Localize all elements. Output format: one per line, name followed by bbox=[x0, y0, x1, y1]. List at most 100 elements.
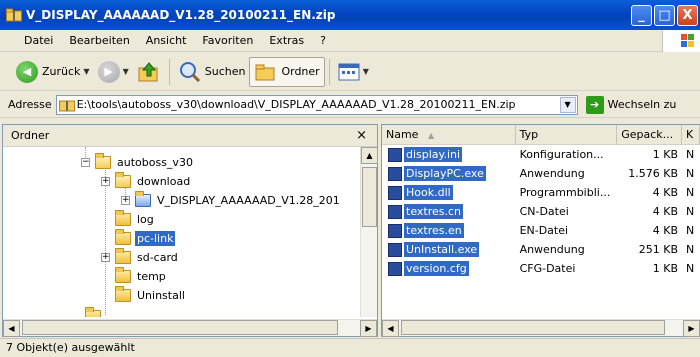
scroll-thumb[interactable] bbox=[401, 320, 665, 335]
scroll-thumb[interactable] bbox=[362, 167, 377, 227]
menu-help[interactable]: ? bbox=[312, 34, 334, 47]
application-icon bbox=[388, 166, 402, 181]
file-size: 4 KB bbox=[652, 205, 679, 218]
collapse-icon[interactable]: − bbox=[81, 158, 90, 167]
tree-item-uninstall[interactable]: Uninstall bbox=[115, 286, 187, 305]
close-button[interactable]: X bbox=[677, 4, 698, 26]
file-row[interactable]: display.ini Konfiguration... 1 KB N bbox=[382, 145, 700, 164]
scroll-left-icon[interactable]: ◀ bbox=[3, 320, 20, 337]
views-button[interactable]: ▼ bbox=[334, 57, 373, 87]
file-row[interactable]: version.cfg CFG-Datei 1 KB N bbox=[382, 259, 700, 278]
maximize-button[interactable]: □ bbox=[654, 4, 675, 26]
tree-vertical-scrollbar[interactable]: ▲ bbox=[360, 147, 378, 317]
folders-button[interactable]: Ordner bbox=[249, 56, 325, 87]
tree-item-temp[interactable]: temp bbox=[115, 267, 168, 286]
tree-item-pc-link[interactable]: pc-link bbox=[115, 229, 176, 248]
file-extra: N bbox=[686, 148, 695, 161]
folder-icon bbox=[115, 286, 131, 302]
tree-item-label: download bbox=[137, 175, 191, 188]
file-list-horizontal-scrollbar[interactable]: ◀ ▶ bbox=[382, 319, 700, 337]
file-name: UnInstall.exe bbox=[404, 242, 480, 257]
folder-pane-header: Ordner × bbox=[3, 125, 377, 147]
menu-ansicht[interactable]: Ansicht bbox=[138, 34, 195, 47]
file-extra: N bbox=[686, 224, 695, 237]
tree-item-label: log bbox=[137, 213, 154, 226]
tree-horizontal-scrollbar[interactable]: ◀ ▶ bbox=[3, 319, 377, 337]
tree-item-zip[interactable]: + V_DISPLAY_AAAAAAD_V1.28_201 bbox=[121, 191, 342, 210]
file-type: CN-Datei bbox=[519, 205, 569, 218]
expand-icon[interactable]: + bbox=[101, 177, 110, 186]
menu-bearbeiten[interactable]: Bearbeiten bbox=[61, 34, 137, 47]
menu-extras[interactable]: Extras bbox=[261, 34, 312, 47]
address-dropdown-icon[interactable]: ▼ bbox=[559, 96, 576, 113]
tree-item-download[interactable]: + download bbox=[101, 172, 192, 191]
file-extra: N bbox=[686, 186, 695, 199]
column-extra[interactable]: K bbox=[682, 125, 700, 145]
folder-icon bbox=[115, 210, 131, 226]
file-size: 4 KB bbox=[652, 224, 679, 237]
folder-icon bbox=[115, 248, 131, 264]
file-list-pane: Name ▲ Typ Gepack... K display.ini Konfi… bbox=[381, 124, 700, 337]
file-row[interactable]: Hook.dll Programmbibli... 4 KB N bbox=[382, 183, 700, 202]
chevron-down-icon[interactable]: ▼ bbox=[123, 67, 129, 76]
tree-item-sd-card[interactable]: + sd-card bbox=[101, 248, 180, 267]
back-arrow-icon: ◀ bbox=[16, 60, 38, 83]
tree-item-autoboss[interactable]: − autoboss_v30 bbox=[81, 153, 195, 172]
status-bar: 7 Objekt(e) ausgewählt bbox=[0, 338, 700, 357]
window-title: V_DISPLAY_AAAAAAD_V1.28_20100211_EN.zip bbox=[26, 8, 336, 22]
minimize-button[interactable]: _ bbox=[631, 4, 652, 26]
expand-icon[interactable]: + bbox=[101, 253, 110, 262]
toolbar: ◀ Zurück ▼ ▶ ▼ Suchen Ordner ▼ bbox=[0, 53, 700, 91]
scroll-right-icon[interactable]: ▶ bbox=[360, 320, 377, 337]
scroll-track[interactable] bbox=[20, 320, 360, 336]
column-type[interactable]: Typ bbox=[516, 125, 618, 145]
file-row[interactable]: UnInstall.exe Anwendung 251 KB N bbox=[382, 240, 700, 259]
zip-folder-icon bbox=[58, 100, 75, 111]
tree-item-log[interactable]: log bbox=[115, 210, 156, 229]
file-extra: N bbox=[686, 262, 695, 275]
tree-item-label: temp bbox=[137, 270, 166, 283]
address-field[interactable]: ▼ bbox=[55, 94, 578, 115]
column-name[interactable]: Name ▲ bbox=[382, 125, 516, 145]
chevron-down-icon[interactable]: ▼ bbox=[363, 67, 369, 76]
chevron-down-icon[interactable]: ▼ bbox=[83, 67, 89, 76]
expand-icon[interactable]: + bbox=[121, 196, 130, 205]
zip-folder-icon bbox=[6, 8, 22, 22]
scroll-track[interactable] bbox=[399, 320, 683, 336]
address-label: Adresse bbox=[8, 98, 52, 111]
folder-pane-title: Ordner bbox=[11, 129, 50, 142]
scroll-right-icon[interactable]: ▶ bbox=[683, 320, 700, 337]
file-list: display.ini Konfiguration... 1 KB N Disp… bbox=[382, 145, 700, 278]
column-packed-size[interactable]: Gepack... bbox=[617, 125, 683, 145]
folder-tree: − autoboss_v30 + download + V_DISPLAY_AA… bbox=[3, 147, 360, 317]
close-pane-icon[interactable]: × bbox=[356, 128, 367, 143]
scroll-up-icon[interactable]: ▲ bbox=[361, 147, 378, 164]
forward-button[interactable]: ▶ ▼ bbox=[94, 57, 133, 87]
address-input[interactable] bbox=[74, 96, 560, 113]
back-button[interactable]: ◀ Zurück ▼ bbox=[12, 57, 94, 87]
views-icon bbox=[338, 63, 360, 80]
file-row[interactable]: textres.en EN-Datei 4 KB N bbox=[382, 221, 700, 240]
search-icon bbox=[179, 61, 200, 82]
file-row[interactable]: textres.cn CN-Datei 4 KB N bbox=[382, 202, 700, 221]
file-row[interactable]: DisplayPC.exe Anwendung 1.576 KB N bbox=[382, 164, 700, 183]
menu-datei[interactable]: Datei bbox=[0, 34, 61, 47]
scroll-thumb[interactable] bbox=[22, 320, 338, 335]
search-button[interactable]: Suchen bbox=[174, 57, 250, 87]
file-name: Hook.dll bbox=[404, 185, 453, 200]
scroll-left-icon[interactable]: ◀ bbox=[382, 320, 399, 337]
up-folder-button[interactable] bbox=[133, 57, 165, 87]
go-label: Wechseln zu bbox=[607, 98, 677, 111]
address-bar: Adresse ▼ ➔ Wechseln zu bbox=[0, 92, 700, 118]
menu-bar: Datei Bearbeiten Ansicht Favoriten Extra… bbox=[0, 30, 700, 52]
menu-favoriten[interactable]: Favoriten bbox=[194, 34, 261, 47]
search-label: Suchen bbox=[204, 65, 246, 78]
tree-item-label: pc-link bbox=[135, 231, 176, 246]
title-bar[interactable]: V_DISPLAY_AAAAAAD_V1.28_20100211_EN.zip … bbox=[0, 0, 700, 30]
text-file-icon bbox=[388, 223, 402, 238]
folder-icon bbox=[115, 229, 131, 245]
tree-item-partial[interactable] bbox=[85, 307, 105, 317]
go-button[interactable]: ➔ Wechseln zu bbox=[585, 95, 677, 114]
tree-item-label: Uninstall bbox=[137, 289, 185, 302]
sort-ascending-icon: ▲ bbox=[427, 131, 435, 140]
